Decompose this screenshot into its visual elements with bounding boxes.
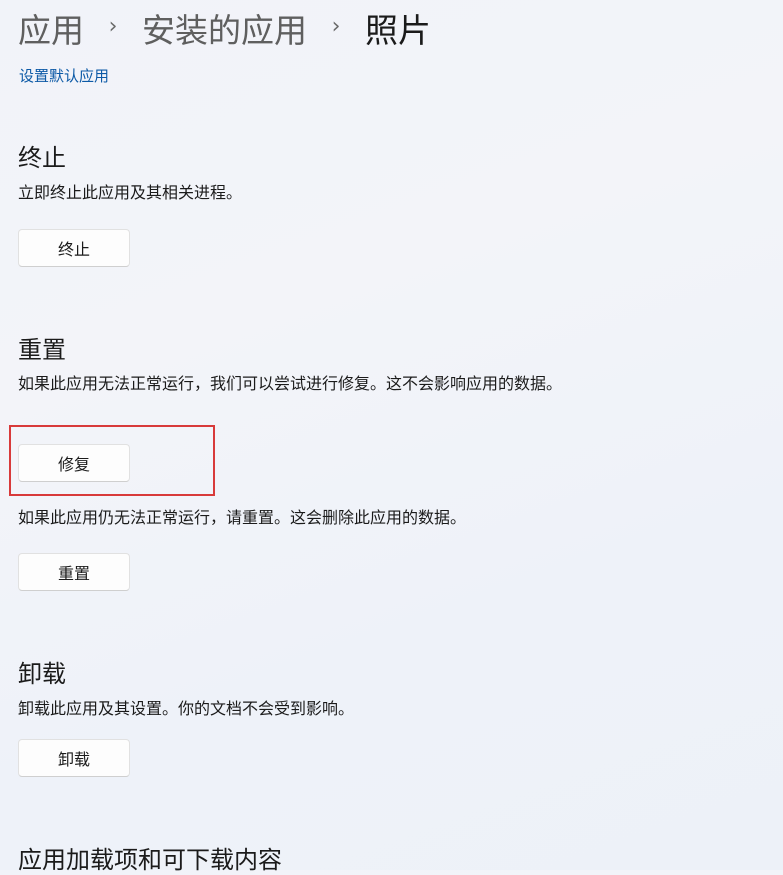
- reset-button[interactable]: 重置: [18, 553, 130, 591]
- repair-description: 如果此应用无法正常运行，我们可以尝试进行修复。这不会影响应用的数据。: [18, 374, 563, 393]
- uninstall-button[interactable]: 卸载: [18, 739, 130, 777]
- breadcrumb-photos: 照片: [365, 11, 431, 50]
- terminate-description: 立即终止此应用及其相关进程。: [18, 183, 243, 202]
- terminate-heading: 终止: [18, 144, 66, 172]
- breadcrumb-installed-apps[interactable]: 安装的应用: [142, 4, 307, 52]
- uninstall-description: 卸载此应用及其设置。你的文档不会受到影响。: [18, 699, 355, 718]
- set-default-apps-link[interactable]: 设置默认应用: [19, 65, 109, 86]
- chevron-right-icon: ›: [331, 13, 341, 39]
- chevron-right-icon: ›: [108, 13, 118, 39]
- reset-heading: 重置: [18, 336, 66, 364]
- breadcrumb-apps[interactable]: 应用: [18, 4, 84, 52]
- breadcrumb: 应用 › 安装的应用 › 照片: [18, 6, 431, 50]
- terminate-button[interactable]: 终止: [18, 229, 130, 267]
- uninstall-heading: 卸载: [18, 660, 66, 688]
- repair-button[interactable]: 修复: [18, 444, 130, 482]
- reset-description: 如果此应用仍无法正常运行，请重置。这会删除此应用的数据。: [18, 508, 467, 527]
